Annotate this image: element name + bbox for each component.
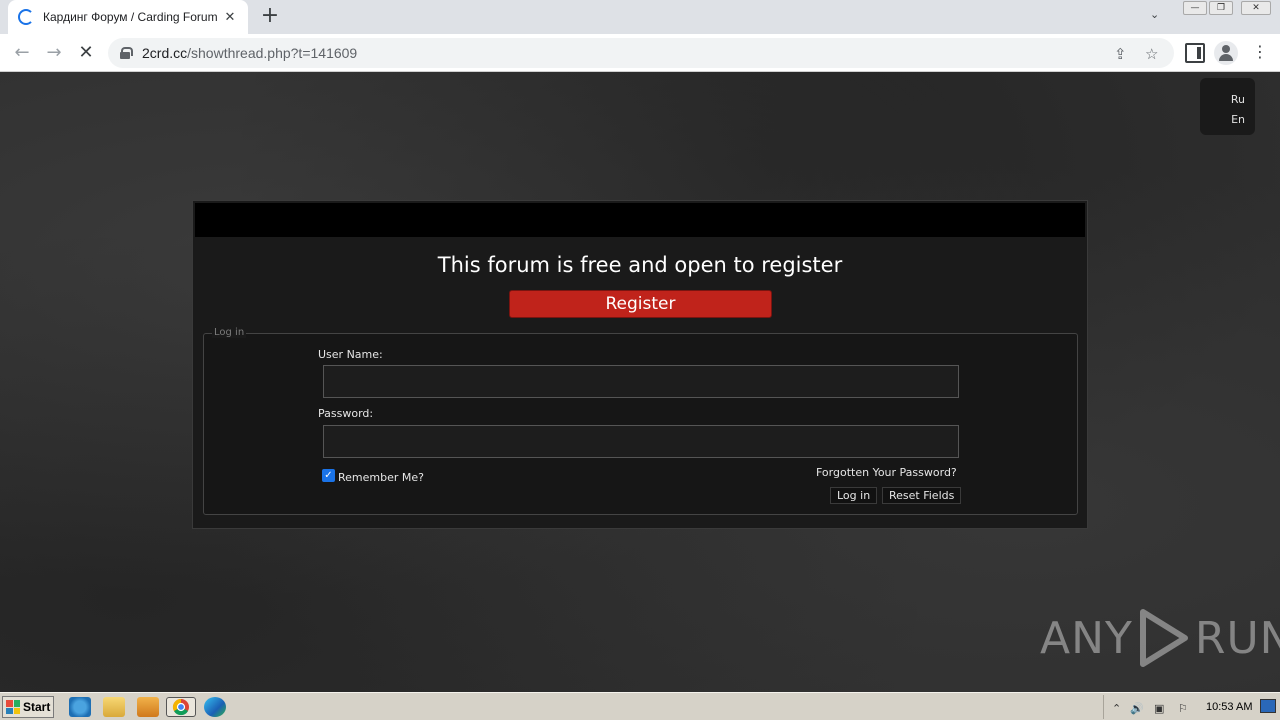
forgot-password-link[interactable]: Forgotten Your Password? <box>816 466 957 479</box>
action-center-flag-icon[interactable]: ⚐ <box>1178 702 1188 715</box>
show-desktop-icon[interactable] <box>1260 699 1276 713</box>
tab-bar: Кардинг Форум / Carding Forum ✕ + ⌄ — ❐ … <box>0 0 1280 34</box>
language-switcher: Ru En <box>1200 78 1255 135</box>
browser-toolbar: ← → ✕ 2crd.cc/showthread.php?t=141609 ⇪ … <box>0 34 1280 72</box>
remember-me-label[interactable]: Remember Me? <box>338 471 424 484</box>
url-host: 2crd.cc <box>142 45 188 61</box>
play-logo-icon <box>1139 609 1188 667</box>
page-viewport: Ru En This forum is free and open to reg… <box>0 72 1280 692</box>
address-bar[interactable]: 2crd.cc/showthread.php?t=141609 ⇪ ☆ <box>108 38 1174 68</box>
lock-icon[interactable] <box>120 47 133 59</box>
tab-title: Кардинг Форум / Carding Forum <box>43 10 218 24</box>
username-label: User Name: <box>318 348 383 361</box>
new-tab-button[interactable]: + <box>258 4 282 28</box>
file-explorer-icon[interactable] <box>103 697 125 717</box>
chrome-icon <box>172 698 189 716</box>
start-button[interactable]: Start <box>2 696 54 718</box>
url-text[interactable]: 2crd.cc/showthread.php?t=141609 <box>142 45 357 61</box>
register-headline: This forum is free and open to register <box>437 253 843 277</box>
close-window-button[interactable]: ✕ <box>1241 1 1271 15</box>
minimize-button[interactable]: — <box>1183 1 1207 15</box>
login-fieldset: Log in User Name: Password: ✓ Remember M… <box>203 327 1078 515</box>
loading-spinner-icon <box>18 9 34 25</box>
media-player-icon[interactable] <box>137 697 159 717</box>
bookmark-star-icon[interactable]: ☆ <box>1145 45 1158 63</box>
edge-icon[interactable] <box>204 697 226 717</box>
tab-close-icon[interactable]: ✕ <box>222 10 238 25</box>
system-tray: ⌃ 🔊 ▣ ⚐ <box>1103 695 1280 719</box>
start-label: Start <box>23 700 51 714</box>
panel-header <box>195 203 1085 237</box>
taskbar: Start ⌃ 🔊 ▣ ⚐ 10:53 AM <box>0 692 1280 720</box>
share-icon[interactable]: ⇪ <box>1114 45 1127 63</box>
show-hidden-icons-icon[interactable]: ⌃ <box>1112 702 1121 715</box>
reset-fields-button[interactable]: Reset Fields <box>882 487 962 504</box>
watermark-right-text: RUN <box>1194 612 1280 664</box>
stop-loading-button[interactable]: ✕ <box>73 40 99 66</box>
login-panel: This forum is free and open to register … <box>192 200 1088 529</box>
password-input[interactable] <box>323 425 959 458</box>
side-panel-icon[interactable] <box>1185 43 1205 63</box>
username-input[interactable] <box>323 365 959 398</box>
network-icon[interactable]: ▣ <box>1154 702 1164 715</box>
internet-explorer-icon[interactable] <box>69 697 91 717</box>
watermark-left-text: ANY <box>1040 612 1133 664</box>
volume-icon[interactable]: 🔊 <box>1130 702 1144 715</box>
taskbar-clock[interactable]: 10:53 AM <box>1206 701 1252 713</box>
tab-search-icon[interactable]: ⌄ <box>1150 8 1159 21</box>
login-button[interactable]: Log in <box>830 487 878 504</box>
back-button[interactable]: ← <box>9 40 35 66</box>
language-en-link[interactable]: En <box>1200 110 1245 130</box>
login-legend: Log in <box>212 327 247 338</box>
browser-tab[interactable]: Кардинг Форум / Carding Forum ✕ <box>8 0 248 34</box>
forward-button[interactable]: → <box>41 40 67 66</box>
password-label: Password: <box>318 407 374 420</box>
windows-logo-icon <box>6 700 20 714</box>
chrome-taskbar-button[interactable] <box>166 697 196 717</box>
browser-menu-icon[interactable]: ⋮ <box>1252 42 1268 62</box>
register-button[interactable]: Register <box>509 290 772 318</box>
maximize-button[interactable]: ❐ <box>1209 1 1233 15</box>
url-path: /showthread.php?t=141609 <box>187 45 358 61</box>
anyrun-watermark: ANY RUN <box>1040 608 1280 668</box>
remember-me-checkbox[interactable]: ✓ <box>322 469 335 482</box>
language-ru-link[interactable]: Ru <box>1200 90 1245 110</box>
profile-avatar-icon[interactable] <box>1214 41 1238 65</box>
